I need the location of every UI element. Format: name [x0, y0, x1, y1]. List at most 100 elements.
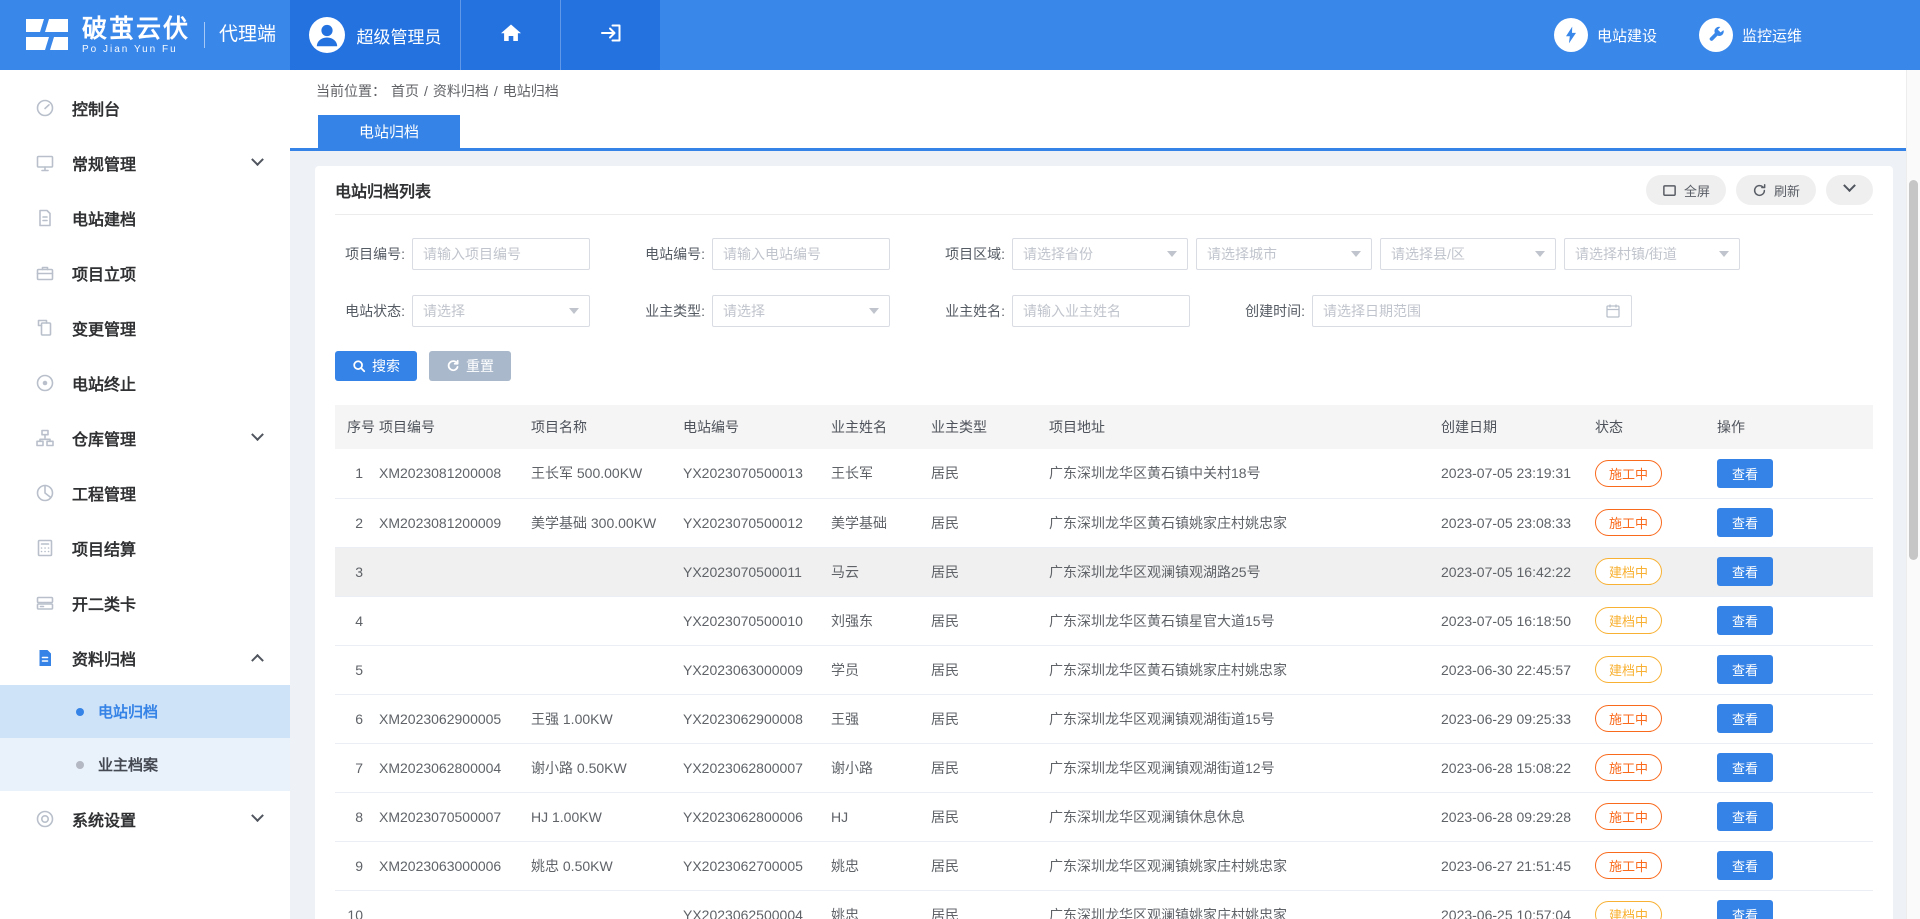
province-select[interactable]: 请选择省份 — [1012, 238, 1188, 270]
cell-project-no: XM2023081200008 — [379, 449, 531, 498]
cell-owner-name: 王长军 — [831, 449, 931, 498]
monitor-icon — [34, 152, 56, 174]
tab-bar: 电站归档 — [290, 111, 1906, 151]
cell-created: 2023-06-28 09:29:28 — [1441, 792, 1595, 841]
cell-created: 2023-06-29 09:25:33 — [1441, 694, 1595, 743]
sidebar-item-data-archive[interactable]: 资料归档 — [0, 630, 290, 685]
sidebar-item-station-filing[interactable]: 电站建档 — [0, 190, 290, 245]
col-project-no: 项目编号 — [379, 405, 531, 449]
date-range-input[interactable]: 请选择日期范围 — [1312, 295, 1632, 327]
sidebar-item-engineering-mgmt[interactable]: 工程管理 — [0, 465, 290, 520]
station-status-select[interactable]: 请选择 — [412, 295, 590, 327]
view-button[interactable]: 查看 — [1717, 557, 1773, 586]
sidebar-item-label: 变更管理 — [72, 316, 136, 340]
reset-icon — [446, 359, 460, 373]
breadcrumb-item-home[interactable]: 首页 — [391, 81, 419, 101]
sidebar-item-label: 系统设置 — [72, 807, 136, 831]
view-button[interactable]: 查看 — [1717, 900, 1773, 919]
cell-station-no: YX2023062800007 — [683, 743, 831, 792]
sidebar-item-label: 控制台 — [72, 96, 120, 120]
sidebar-item-label: 开二类卡 — [72, 591, 136, 615]
breadcrumb-item-station-archive: 电站归档 — [503, 81, 559, 101]
calculator-icon — [34, 537, 56, 559]
city-placeholder: 请选择城市 — [1207, 244, 1277, 264]
collapse-button[interactable] — [1826, 175, 1873, 205]
caret-down-icon — [569, 308, 579, 314]
current-user[interactable]: 超级管理员 — [290, 0, 460, 70]
scrollbar-thumb[interactable] — [1909, 180, 1918, 560]
table-row: 10 YX2023062500004 姚忠 居民 广东深圳龙华区观澜镇姚家庄村姚… — [335, 890, 1873, 919]
fullscreen-button[interactable]: 全屏 — [1646, 175, 1726, 205]
view-button[interactable]: 查看 — [1717, 508, 1773, 537]
table-row: 1 XM2023081200008 王长军 500.00KW YX2023070… — [335, 449, 1873, 498]
logout-button[interactable] — [560, 0, 660, 70]
logout-icon — [599, 21, 623, 50]
city-select[interactable]: 请选择城市 — [1196, 238, 1372, 270]
owner-type-select[interactable]: 请选择 — [712, 295, 890, 327]
cell-address: 广东深圳龙华区观澜镇姚家庄村姚忠家 — [1049, 890, 1441, 919]
tab-station-archive[interactable]: 电站归档 — [318, 115, 460, 148]
document-icon — [34, 207, 56, 229]
cell-station-no: YX2023063000009 — [683, 645, 831, 694]
status-badge: 建档中 — [1595, 558, 1662, 585]
sidebar-item-project-initiation[interactable]: 项目立项 — [0, 245, 290, 300]
sidebar-item-change-mgmt[interactable]: 变更管理 — [0, 300, 290, 355]
view-button[interactable]: 查看 — [1717, 802, 1773, 831]
view-button[interactable]: 查看 — [1717, 655, 1773, 684]
station-no-input[interactable] — [723, 246, 879, 262]
refresh-icon — [1752, 183, 1767, 198]
status-badge: 施工中 — [1595, 754, 1662, 781]
owner-type-label: 业主类型: — [635, 301, 705, 321]
copy-icon — [34, 317, 56, 339]
view-button[interactable]: 查看 — [1717, 606, 1773, 635]
sidebar-subitem-owner-archive[interactable]: 业主档案 — [0, 738, 290, 791]
cell-project-name: HJ 1.00KW — [531, 792, 683, 841]
sidebar-item-general-mgmt[interactable]: 常规管理 — [0, 135, 290, 190]
sidebar-item-warehouse-mgmt[interactable]: 仓库管理 — [0, 410, 290, 465]
station-build-link[interactable]: 电站建设 — [1554, 18, 1657, 52]
village-placeholder: 请选择村镇/街道 — [1575, 244, 1677, 264]
station-status-label: 电站状态: — [335, 301, 405, 321]
cell-address: 广东深圳龙华区观澜镇姚家庄村姚忠家 — [1049, 841, 1441, 890]
view-button[interactable]: 查看 — [1717, 753, 1773, 782]
cell-owner-name: 谢小路 — [831, 743, 931, 792]
monitor-ops-link[interactable]: 监控运维 — [1699, 18, 1802, 52]
breadcrumb-item-archive[interactable]: 资料归档 — [433, 81, 489, 101]
home-button[interactable] — [460, 0, 560, 70]
page-scrollbar[interactable] — [1906, 70, 1920, 919]
county-select[interactable]: 请选择县/区 — [1380, 238, 1556, 270]
col-actions: 操作 — [1717, 405, 1873, 449]
cell-owner-name: 王强 — [831, 694, 931, 743]
village-select[interactable]: 请选择村镇/街道 — [1564, 238, 1740, 270]
cell-address: 广东深圳龙华区黄石镇姚家庄村姚忠家 — [1049, 645, 1441, 694]
sitemap-icon — [34, 427, 56, 449]
owner-name-input[interactable] — [1023, 303, 1179, 319]
sidebar-item-type2-card[interactable]: 开二类卡 — [0, 575, 290, 630]
cell-created: 2023-06-25 10:57:04 — [1441, 890, 1595, 919]
view-button[interactable]: 查看 — [1717, 851, 1773, 880]
view-button[interactable]: 查看 — [1717, 459, 1773, 488]
sidebar-item-console[interactable]: 控制台 — [0, 80, 290, 135]
sidebar-subitem-station-archive[interactable]: 电站归档 — [0, 685, 290, 738]
cell-station-no: YX2023062700005 — [683, 841, 831, 890]
view-button[interactable]: 查看 — [1717, 704, 1773, 733]
sidebar-item-station-termination[interactable]: 电站终止 — [0, 355, 290, 410]
table-row: 6 XM2023062900005 王强 1.00KW YX2023062900… — [335, 694, 1873, 743]
sidebar-item-system-settings[interactable]: 系统设置 — [0, 791, 290, 846]
project-no-input[interactable] — [423, 246, 579, 262]
refresh-button[interactable]: 刷新 — [1736, 175, 1816, 205]
cell-project-no — [379, 645, 531, 694]
portal-label: 代理端 — [204, 22, 276, 48]
cell-project-name — [531, 547, 683, 596]
status-badge: 施工中 — [1595, 705, 1662, 732]
cell-address: 广东深圳龙华区黄石镇中关村18号 — [1049, 449, 1441, 498]
caret-down-icon — [1167, 251, 1177, 257]
search-label: 搜索 — [372, 356, 400, 376]
logo: 破茧云伏 Po Jian Yun Fu 代理端 — [0, 0, 290, 70]
sidebar-item-project-settlement[interactable]: 项目结算 — [0, 520, 290, 575]
breadcrumb: 当前位置： 首页 / 资料归档 / 电站归档 — [290, 70, 1906, 111]
search-button[interactable]: 搜索 — [335, 351, 417, 381]
col-address: 项目地址 — [1049, 405, 1441, 449]
cell-owner-type: 居民 — [931, 694, 1049, 743]
reset-button[interactable]: 重置 — [429, 351, 511, 381]
